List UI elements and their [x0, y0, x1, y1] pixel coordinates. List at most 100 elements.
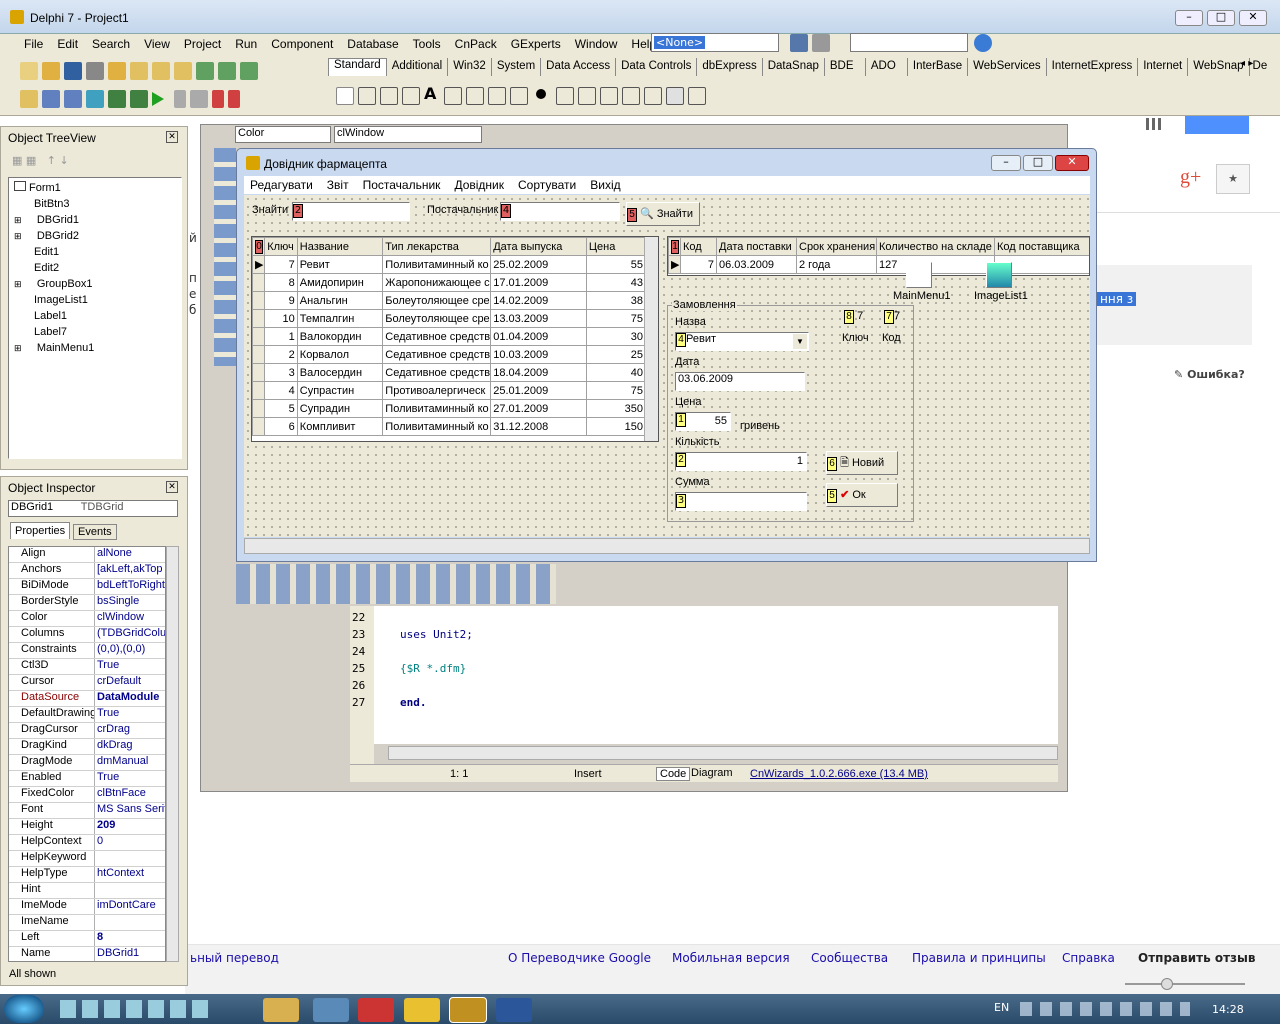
inspector-prop-value[interactable]: alNone	[95, 547, 165, 562]
popupmenu-icon[interactable]	[402, 87, 420, 105]
table-cell[interactable]: 75	[585, 381, 647, 400]
tree-item-edit2[interactable]: Edit2	[14, 260, 94, 276]
table-cell[interactable]: Поливитаминный ко	[382, 399, 492, 418]
name-combo[interactable]: 4 Ревит ▼	[675, 332, 809, 351]
grid2-header-code[interactable]: Код	[680, 237, 717, 256]
inspector-row[interactable]: Cursor crDefault	[9, 675, 165, 691]
table-row[interactable]: 6 Компливит Поливитаминный ко 31.12.2008 150	[252, 417, 647, 436]
table-cell[interactable]: Компливит	[296, 417, 384, 436]
inspector-scrollbar[interactable]	[166, 546, 179, 962]
form-menu-exit[interactable]: Вихід	[590, 178, 620, 192]
tab-webservices[interactable]: WebServices	[968, 58, 1047, 76]
inspector-row[interactable]: Enabled True	[9, 771, 165, 787]
new-button[interactable]: 6 🗎 Новий	[826, 451, 898, 475]
edit-icon[interactable]	[444, 87, 463, 105]
zoom-slider[interactable]	[1125, 978, 1245, 990]
table-cell[interactable]: 150	[585, 417, 647, 436]
table-cell[interactable]: 8	[264, 273, 298, 292]
toggle-form-icon[interactable]	[64, 90, 82, 108]
table-cell[interactable]: 10.03.2009	[490, 345, 587, 364]
date-input[interactable]: 03.06.2009	[675, 372, 805, 391]
tree-item-bitbtn3[interactable]: BitBtn3	[14, 196, 94, 212]
form-menu-sort[interactable]: Сортувати	[518, 178, 576, 192]
table-cell[interactable]: 17.01.2009	[490, 273, 587, 292]
remove-file-icon[interactable]	[152, 62, 170, 80]
frames-icon[interactable]	[358, 87, 376, 105]
view-form-icon[interactable]	[42, 90, 60, 108]
tab-properties[interactable]: Properties	[10, 522, 71, 539]
inspector-row[interactable]: Font MS Sans Serif,	[9, 803, 165, 819]
table-cell[interactable]: 31.12.2008	[490, 417, 587, 436]
tab-additional[interactable]: Additional	[387, 58, 449, 76]
form-menu-reference[interactable]: Довідник	[454, 178, 504, 192]
footer-community[interactable]: Сообщества	[811, 951, 888, 965]
tab-internet[interactable]: Internet	[1138, 58, 1189, 76]
table-cell[interactable]: Противоалергическ	[382, 381, 492, 400]
tab-win32[interactable]: Win32	[448, 58, 492, 76]
table-row[interactable]: 8 Амидопирин Жаропонижающее с 17.01.2009 43	[252, 273, 647, 292]
web-icon[interactable]	[974, 34, 992, 52]
table-cell[interactable]: 13.03.2009	[490, 309, 587, 328]
dbgrid1[interactable]: 0 Ключ Название Тип лекарства Дата выпуска Це…	[251, 236, 659, 442]
menu-component[interactable]: Component	[271, 37, 333, 51]
inspector-row[interactable]: HelpType htContext	[9, 867, 165, 883]
inspector-row[interactable]: ImeName	[9, 915, 165, 931]
new-form-icon[interactable]	[86, 90, 104, 108]
footer-translate[interactable]: ьный перевод	[190, 951, 279, 965]
find-input[interactable]: 2	[292, 202, 410, 221]
tab-dbexpress[interactable]: dbExpress	[697, 58, 763, 76]
tab-events[interactable]: Events	[73, 524, 117, 540]
help-icon[interactable]	[174, 62, 192, 80]
table-row[interactable]: 2 Корвалол Седативное средств 10.03.2009 25	[252, 345, 647, 364]
inspector-prop-value[interactable]: (TDBGridColum	[95, 627, 165, 642]
taskbar-chrome[interactable]	[404, 998, 440, 1022]
actionlist-icon[interactable]	[688, 87, 707, 105]
table-cell[interactable]: 25.02.2009	[490, 255, 587, 274]
grid1-header-type[interactable]: Тип лекарства	[382, 237, 492, 256]
table-cell[interactable]: 38	[585, 291, 647, 310]
table-row[interactable]: 1 Валокордин Седативное средств 01.04.2009 3…	[252, 327, 647, 346]
inspector-prop-value[interactable]	[95, 915, 165, 930]
grid2-header-stock[interactable]: Количество на складе	[876, 237, 995, 256]
form-hscroll[interactable]	[244, 538, 1090, 554]
table-cell[interactable]: 25	[585, 345, 647, 364]
table-cell[interactable]: 30	[585, 327, 647, 346]
listbox-icon[interactable]	[556, 87, 575, 105]
dbgrid1-vscroll[interactable]	[644, 237, 658, 441]
tab-code[interactable]: Code	[656, 767, 691, 781]
inspector-row[interactable]: DefaultDrawing True	[9, 707, 165, 723]
inspector-prop-value[interactable]: DBGrid1	[95, 947, 165, 961]
tree-item-label1[interactable]: Label1	[14, 308, 94, 324]
inspector-row[interactable]: Height 209	[9, 819, 165, 835]
table-row[interactable]: 10 Темпалгин Болеутоляющее сре 13.03.2009 75	[252, 309, 647, 328]
combobox-icon[interactable]	[578, 87, 597, 105]
table-row[interactable]: ▶ 7 Ревит Поливитаминный ко 25.02.2009 55	[252, 255, 647, 274]
error-link[interactable]: ✎ Ошибка?	[1174, 368, 1245, 381]
tree-item-dbgrid2[interactable]: ⊞ DBGrid2	[14, 228, 94, 244]
debug-combo[interactable]	[850, 33, 968, 52]
table-cell[interactable]: Ревит	[296, 255, 384, 274]
close-button[interactable]: ✕	[1239, 10, 1267, 26]
inspector-prop-value[interactable]: 8	[95, 931, 165, 946]
apps-icon[interactable]	[1146, 118, 1162, 130]
form-menu-edit[interactable]: Редагувати	[250, 178, 313, 192]
table-cell[interactable]: Валосердин	[296, 363, 384, 382]
tray-clock[interactable]: 14:28	[1212, 1003, 1244, 1016]
stop-icon[interactable]	[190, 90, 208, 108]
table-cell[interactable]: Темпалгин	[296, 309, 384, 328]
taskbar-word[interactable]	[496, 998, 532, 1022]
scrollbar-icon[interactable]	[600, 87, 619, 105]
form-close-button[interactable]: ✕	[1055, 155, 1089, 171]
table-cell[interactable]: 6	[264, 417, 298, 436]
tab-system[interactable]: System	[492, 58, 542, 76]
table-cell[interactable]: 25.01.2009	[490, 381, 587, 400]
taskbar-mail[interactable]	[313, 998, 349, 1022]
inspector-prop-value[interactable]: True	[95, 659, 165, 674]
maximize-button[interactable]: □	[1207, 10, 1235, 26]
table-cell[interactable]: 7	[264, 255, 298, 274]
table-cell[interactable]: 5	[264, 399, 298, 418]
table-cell[interactable]: 350	[585, 399, 647, 418]
code-hscroll[interactable]	[388, 746, 1058, 760]
table-cell[interactable]: Седативное средств	[382, 327, 492, 346]
desktop-combo[interactable]: <None>	[651, 33, 779, 52]
